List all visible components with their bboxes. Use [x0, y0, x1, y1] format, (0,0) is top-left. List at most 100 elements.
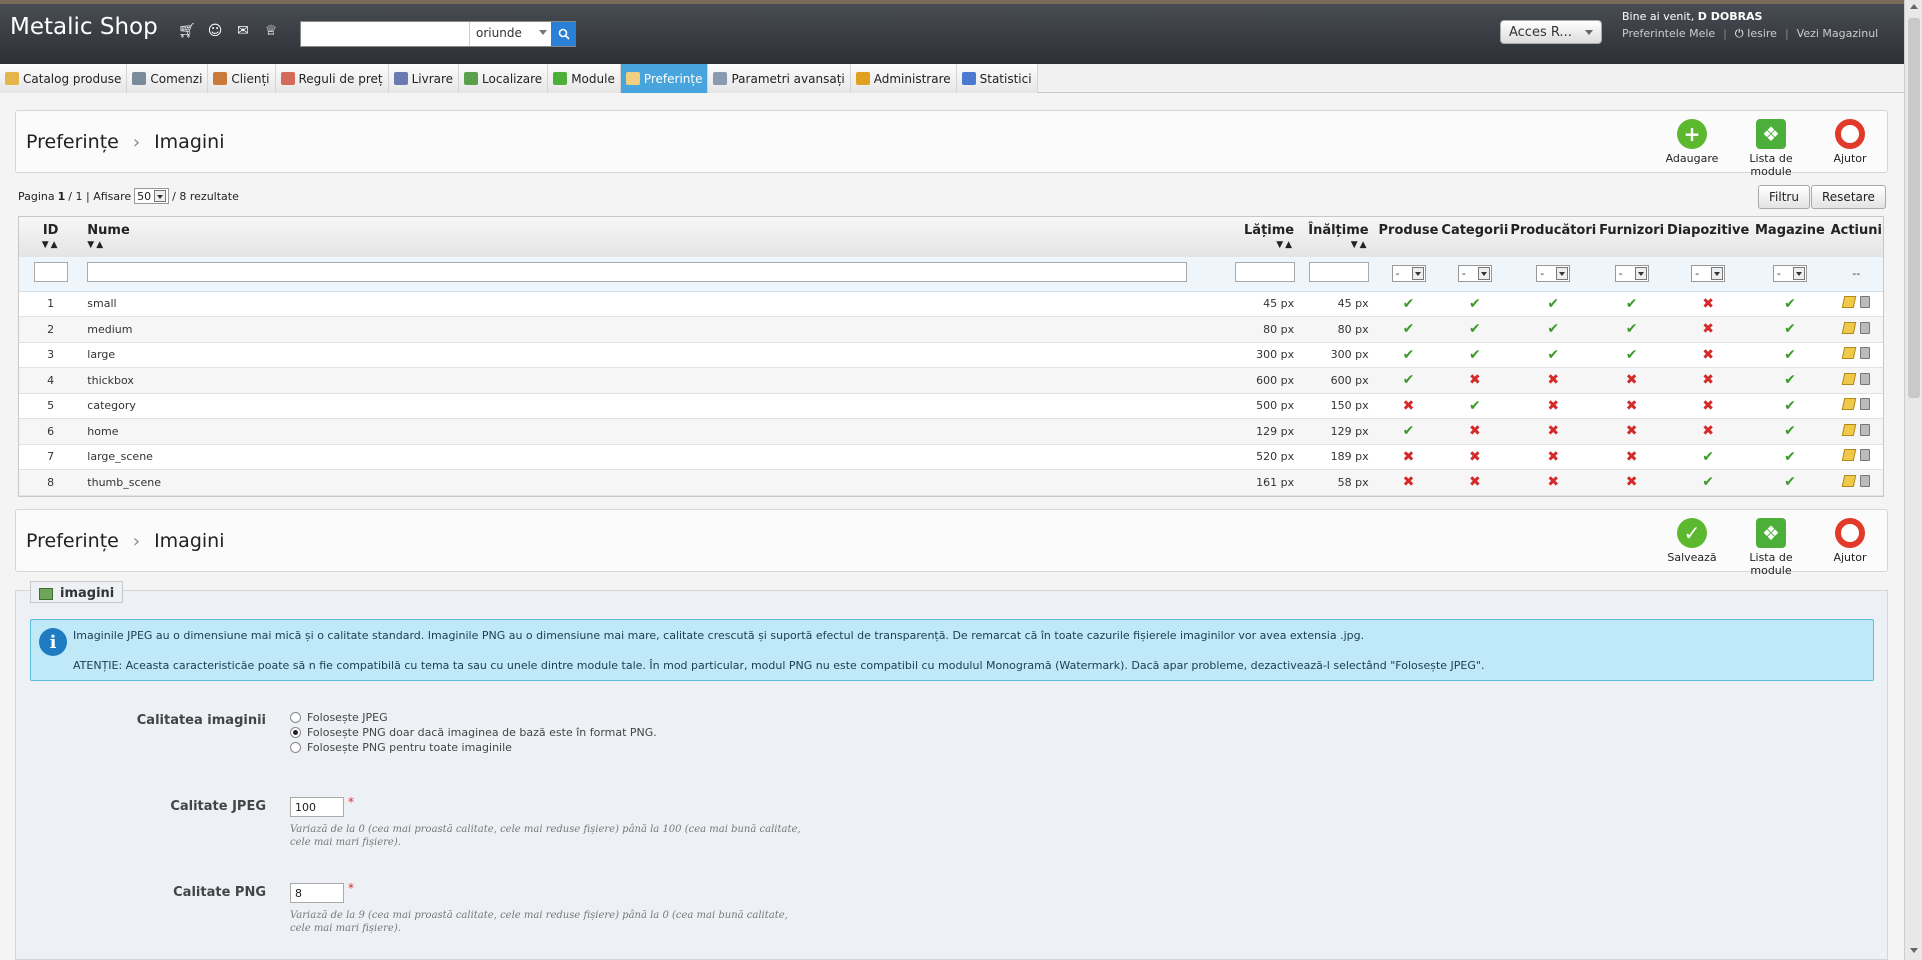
module-list-button[interactable]: ❖ Lista de module [1736, 119, 1806, 178]
help-button[interactable]: Ajutor [1815, 119, 1885, 165]
per-page-select[interactable]: 50 [134, 188, 170, 204]
shop-brand[interactable]: Metalic Shop [10, 14, 158, 40]
trash-icon[interactable] [1859, 449, 1870, 462]
cell-name: home [82, 418, 1229, 445]
cell-id: 4 [19, 367, 83, 394]
menu-tab[interactable]: Comenzi [127, 64, 209, 93]
table-row[interactable]: 3 large 300 px 300 px ✔ ✔ ✔ ✔ ✖ ✔ [19, 342, 1883, 368]
sort-arrows-icon[interactable]: ▼▲ [20, 240, 81, 250]
menu-tab[interactable]: Reguli de preț [275, 64, 389, 93]
edit-icon[interactable] [1841, 296, 1857, 309]
save-button[interactable]: ✓ Salvează [1657, 518, 1727, 564]
table-row[interactable]: 7 large_scene 520 px 189 px ✖ ✖ ✖ ✖ ✔ ✔ [19, 444, 1883, 470]
trash-icon[interactable] [1859, 398, 1870, 411]
search-scope-select[interactable]: oriunde [469, 22, 551, 46]
jpeg-quality-input[interactable]: 100 [290, 797, 344, 817]
scrollbar-thumb[interactable] [1908, 18, 1920, 398]
cell-name: large [82, 342, 1229, 368]
sort-arrows-icon[interactable]: ▼▲ [87, 240, 1227, 250]
scroll-up-icon[interactable] [1910, 4, 1918, 9]
table-row[interactable]: 6 home 129 px 129 px ✔ ✖ ✖ ✖ ✖ ✔ [19, 418, 1883, 445]
stores-filter-select[interactable]: - [1772, 265, 1807, 283]
table-row[interactable]: 4 thickbox 600 px 600 px ✔ ✖ ✖ ✖ ✖ ✔ [19, 367, 1883, 394]
col-width[interactable]: Lățime ▼▲ [1228, 217, 1303, 257]
table-row[interactable]: 5 category 500 px 150 px ✖ ✔ ✖ ✖ ✖ ✔ [19, 393, 1883, 419]
name-filter-input[interactable] [87, 262, 1188, 283]
trash-icon[interactable] [1859, 372, 1870, 385]
filter-button[interactable]: Filtru [1758, 185, 1810, 209]
sort-arrows-icon[interactable]: ▼▲ [1303, 240, 1368, 250]
pager-label: Pagina [18, 189, 55, 203]
scenes-filter-select[interactable]: - [1691, 265, 1726, 283]
radio-button[interactable] [290, 712, 301, 723]
search-input[interactable] [301, 22, 469, 46]
breadcrumb-root[interactable]: Preferințe [26, 131, 119, 153]
scroll-down-icon[interactable] [1910, 948, 1918, 953]
trash-icon[interactable] [1859, 474, 1870, 487]
radio-button[interactable] [290, 727, 301, 738]
cell-width: 600 px [1228, 367, 1303, 394]
suppliers-filter-select[interactable]: - [1614, 265, 1649, 283]
manufacturers-filter-select[interactable]: - [1536, 265, 1571, 283]
menu-tab[interactable]: Catalog produse [0, 64, 128, 93]
edit-icon[interactable] [1841, 372, 1857, 385]
png-quality-hint: Variază de la 9 (cea mai proastă calitat… [290, 910, 788, 934]
edit-icon[interactable] [1841, 449, 1857, 462]
users-icon[interactable]: ☺ [206, 22, 224, 40]
menu-tab[interactable]: Clienți [208, 64, 276, 93]
trash-icon[interactable] [1859, 321, 1870, 334]
trash-icon[interactable] [1859, 296, 1870, 309]
help-button[interactable]: Ajutor [1815, 518, 1885, 564]
trash-icon[interactable] [1859, 423, 1870, 436]
lifebuoy-icon [1835, 518, 1865, 548]
edit-icon[interactable] [1841, 321, 1857, 334]
radio-button[interactable] [290, 742, 301, 753]
page-scrollbar[interactable] [1904, 0, 1922, 960]
width-filter-input[interactable] [1235, 262, 1296, 283]
quick-access-select[interactable]: Acces R... [1500, 20, 1602, 44]
menu-tab[interactable]: Module [548, 64, 621, 93]
logout-link[interactable]: ⏻ Iesire [1735, 27, 1777, 41]
menu-tab[interactable]: Livrare [388, 64, 460, 93]
edit-icon[interactable] [1841, 398, 1857, 411]
my-preferences-link[interactable]: Preferintele Mele [1622, 27, 1715, 41]
radio-use-jpeg[interactable]: Folosește JPEG [290, 711, 388, 724]
reset-button[interactable]: Resetare [1811, 185, 1886, 209]
products-filter-select[interactable]: - [1391, 265, 1426, 283]
cart-icon[interactable]: 🛒︎ [178, 22, 196, 40]
preferences-icon [625, 72, 640, 85]
radio-png-if-png[interactable]: Folosește PNG doar dacă imaginea de bază… [290, 726, 657, 739]
id-filter-input[interactable] [33, 262, 68, 283]
png-quality-input[interactable]: 8 [290, 883, 344, 903]
menu-tab[interactable]: Preferințe [620, 64, 709, 93]
col-name[interactable]: Nume ▼▲ [82, 217, 1229, 257]
menu-tab[interactable]: Parametri avansați [708, 64, 851, 93]
sort-arrows-icon[interactable]: ▼▲ [1229, 240, 1294, 250]
trophy-icon[interactable]: ♕ [262, 22, 280, 40]
height-filter-input[interactable] [1309, 262, 1370, 283]
edit-icon[interactable] [1841, 474, 1857, 487]
menu-tab[interactable]: Administrare [850, 64, 957, 93]
cross-icon: ✖ [1702, 295, 1715, 312]
add-button[interactable]: + Adaugare [1657, 119, 1727, 165]
trash-icon[interactable] [1859, 347, 1870, 360]
col-id[interactable]: ID ▼▲ [19, 217, 83, 257]
categories-filter-select[interactable]: - [1457, 265, 1492, 283]
radio-png-all[interactable]: Folosește PNG pentru toate imaginile [290, 741, 512, 754]
checkmark-icon: ✔ [1402, 295, 1415, 312]
edit-icon[interactable] [1841, 347, 1857, 360]
table-row[interactable]: 1 small 45 px 45 px ✔ ✔ ✔ ✔ ✖ ✔ [19, 291, 1883, 317]
menu-tab[interactable]: Statistici [956, 64, 1038, 93]
breadcrumb-root[interactable]: Preferințe [26, 530, 119, 552]
chat-icon[interactable]: ✉ [234, 22, 252, 40]
search-button[interactable] [551, 22, 576, 46]
menu-tab[interactable]: Localizare [459, 64, 549, 93]
cell-width: 45 px [1228, 291, 1303, 317]
col-height[interactable]: Înălțime ▼▲ [1302, 217, 1377, 257]
module-list-button[interactable]: ❖ Lista de module [1736, 518, 1806, 577]
view-shop-link[interactable]: Vezi Magazinul [1797, 27, 1879, 41]
edit-icon[interactable] [1841, 423, 1857, 436]
table-row[interactable]: 2 medium 80 px 80 px ✔ ✔ ✔ ✔ ✖ ✔ [19, 316, 1883, 343]
cell-id: 2 [19, 316, 83, 343]
table-row[interactable]: 8 thumb_scene 161 px 58 px ✖ ✖ ✖ ✖ ✔ ✔ [19, 469, 1883, 496]
